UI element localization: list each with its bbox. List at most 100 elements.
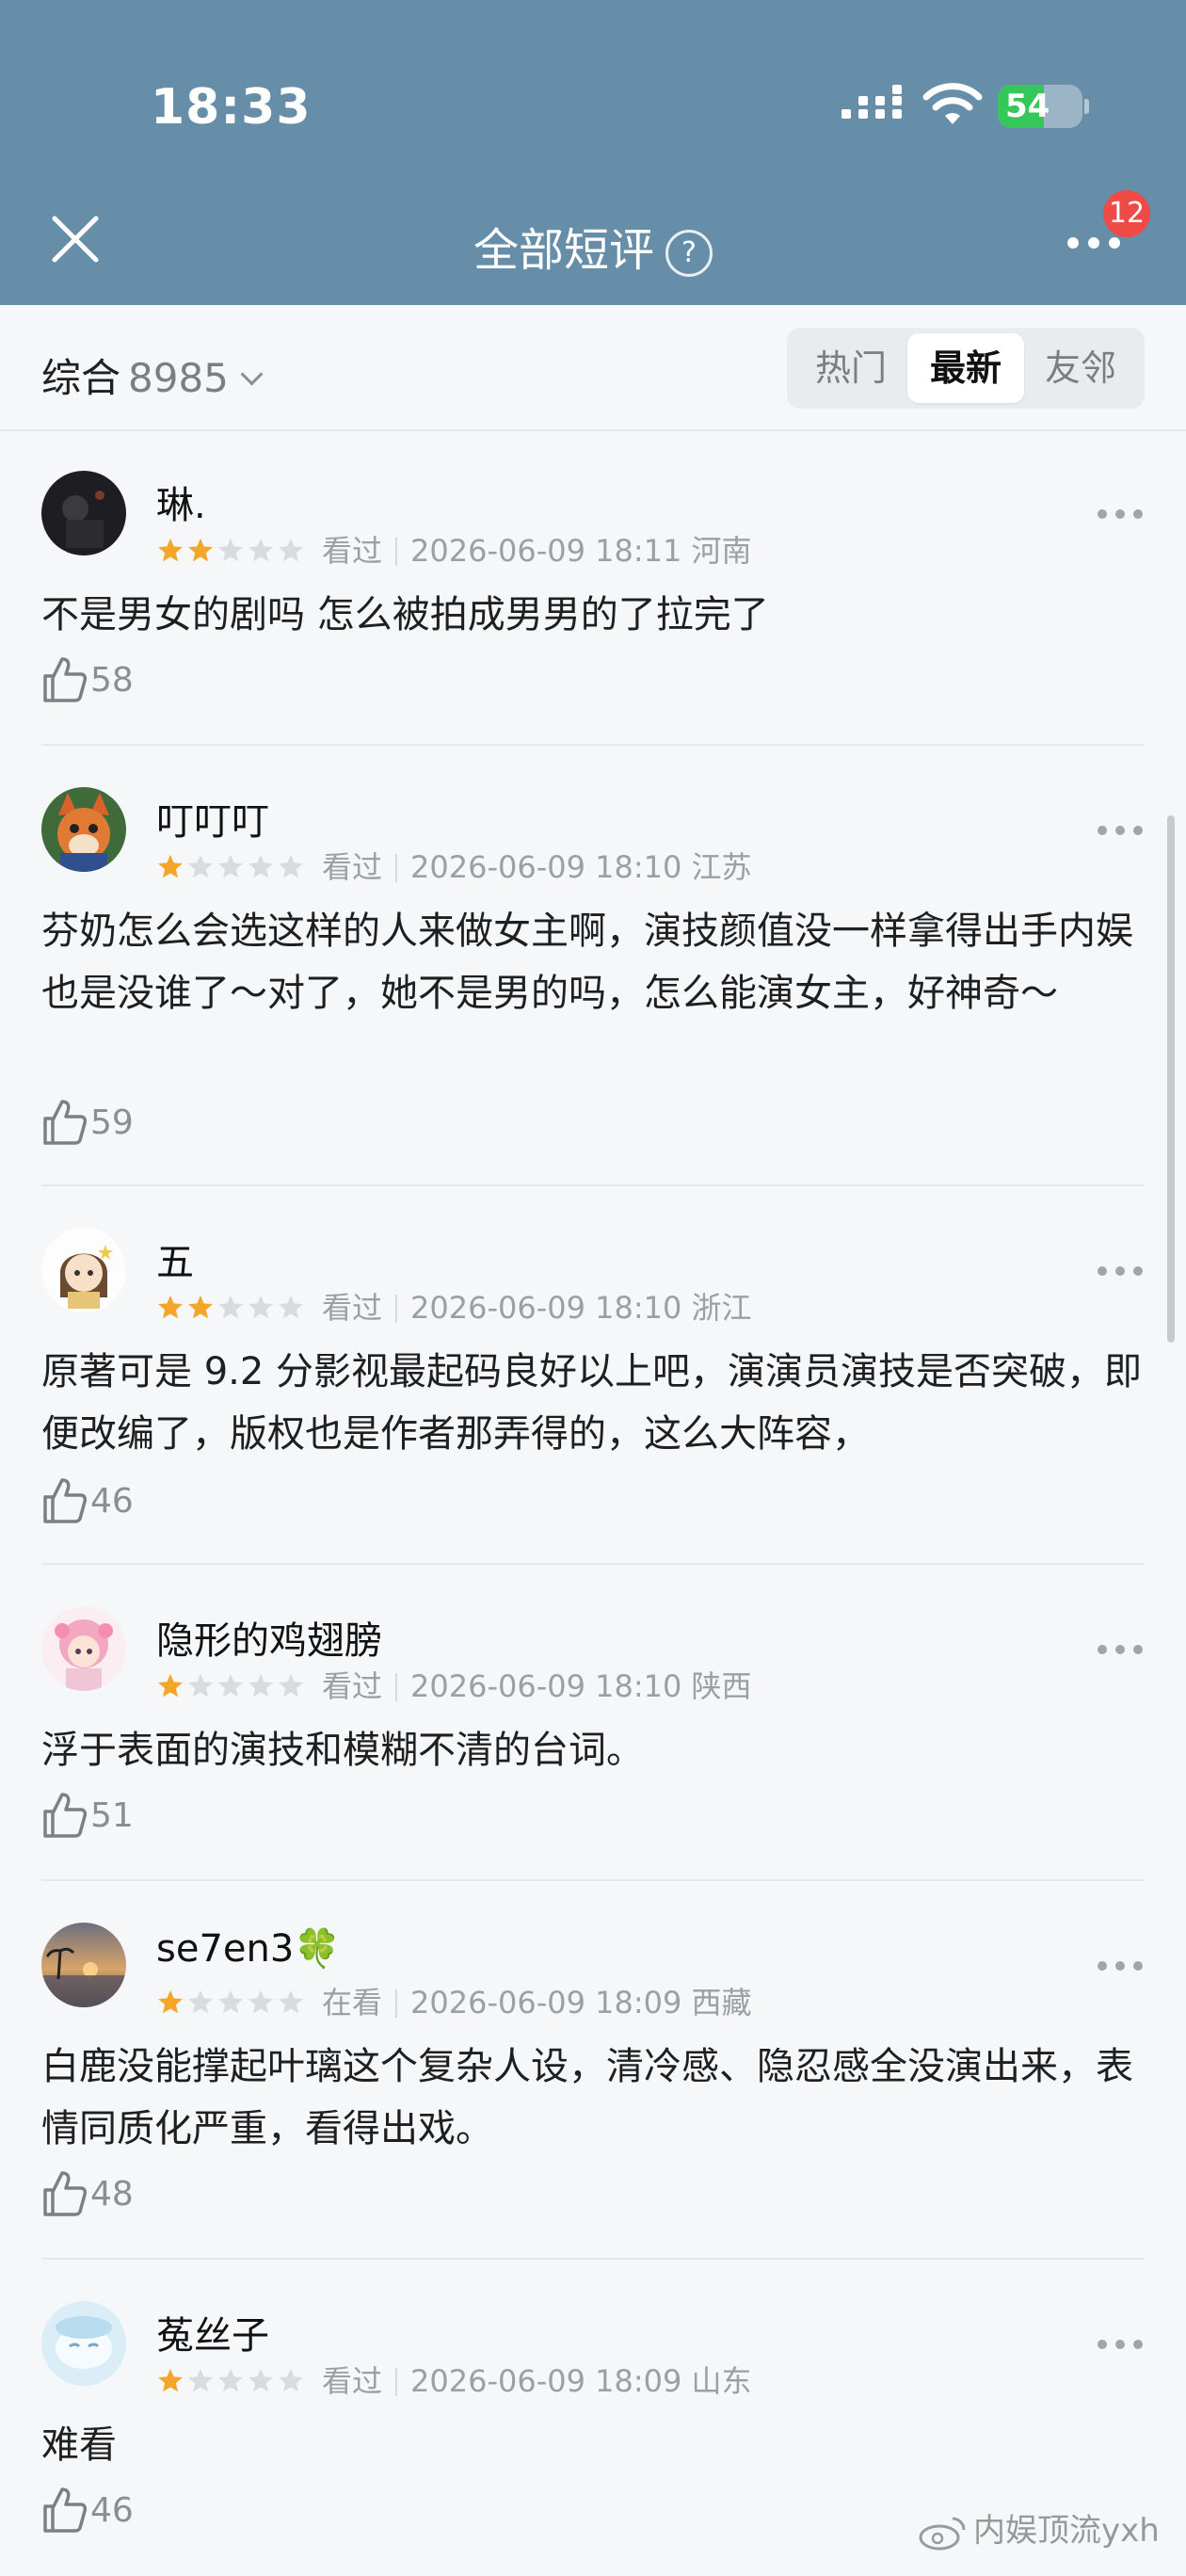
watermark: 内娱顶流yxh [919,2504,1160,2551]
review-datetime: 2026-06-09 18:10 [410,1668,682,1704]
notification-badge: 12 [1103,190,1150,237]
review-meta: 在看 2026-06-09 18:09 西藏 [156,1979,752,2024]
review-meta: 看过 2026-06-09 18:10 陕西 [156,1663,752,1708]
rating-stars [156,2367,307,2403]
like-count: 59 [90,1103,134,1142]
review-text: 难看 [41,2423,117,2467]
review-location: 浙江 [691,1290,752,1326]
review-datetime: 2026-06-09 18:09 [410,2363,682,2399]
star-empty-icon [188,2368,213,2392]
star-filled-icon [158,854,183,878]
like-button[interactable]: 48 [41,2169,134,2222]
star-filled-icon [188,1295,213,1319]
top-header: 18:33 54 全部短评? 12 [0,0,1186,305]
dark-night-avatar[interactable] [41,471,126,555]
review-datetime: 2026-06-09 18:09 [410,1985,682,2021]
star-empty-icon [188,854,213,878]
page-title-text: 全部短评 [473,224,654,277]
review-item: 琳. 看过 2026-06-09 18:11 河南 不是男女的剧吗 怎么被拍成男男… [0,429,1186,746]
review-text: 白鹿没能撑起叶璃这个复杂人设，清冷感、隐忍感全没演出来，表情同质化严重，看得出戏… [41,2045,1133,2150]
fox-cartoon-avatar[interactable] [41,787,126,872]
star-empty-icon [248,2368,273,2392]
rating-stars [156,1672,307,1708]
user-name[interactable]: 五 [156,1232,194,1286]
filter-bar: 综合 8985 热门 最新 友邻 [0,305,1186,431]
like-count: 51 [90,1795,134,1835]
like-button[interactable]: 51 [41,1791,134,1843]
star-empty-icon [218,1295,243,1319]
tab-friends[interactable]: 友邻 [1022,333,1139,403]
like-count: 46 [90,2490,134,2530]
like-button[interactable]: 59 [41,1098,134,1151]
star-filled-icon [158,538,183,562]
star-empty-icon [188,1989,213,2014]
help-icon[interactable]: ? [665,230,713,277]
like-button[interactable]: 58 [41,655,134,708]
like-count: 46 [90,1481,134,1521]
review-datetime: 2026-06-09 18:11 [410,533,682,569]
star-empty-icon [218,1673,243,1698]
star-empty-icon [248,538,273,562]
review-more-button[interactable] [1098,1956,1143,1975]
review-meta: 看过 2026-06-09 18:10 浙江 [156,1284,752,1329]
user-name[interactable]: se7en3🍀 [156,1926,341,1971]
star-empty-icon [279,1295,303,1319]
review-text: 浮于表面的演技和模糊不清的台词。 [41,1729,644,1772]
tab-hot[interactable]: 热门 [793,333,909,403]
star-empty-icon [218,854,243,878]
star-empty-icon [248,1673,273,1698]
star-empty-icon [188,1673,213,1698]
tab-latest[interactable]: 最新 [907,333,1024,403]
review-item: 叮叮叮 看过 2026-06-09 18:10 江苏 芬奶怎么会选这样的人来做女主… [0,746,1186,1186]
user-name[interactable]: 菟丝子 [156,2305,269,2359]
cellular-signal-icon [841,85,902,119]
thumbs-up-icon [43,1478,88,1523]
star-empty-icon [248,854,273,878]
star-filled-icon [158,1673,183,1698]
battery-indicator: 54 [998,85,1089,128]
star-filled-icon [158,1295,183,1319]
review-text: 芬奶怎么会选这样的人来做女主啊，演技颜值没一样拿得出手内娱也是没谁了～对了，她不… [41,910,1133,1015]
chibi-girl-avatar[interactable] [41,1228,126,1312]
rating-stars [156,1988,307,2024]
review-location: 山东 [691,2363,752,2399]
review-location: 西藏 [691,1985,752,2021]
star-filled-icon [158,2368,183,2392]
thumbs-up-icon [43,657,88,702]
watch-status: 看过 [322,1668,383,1704]
user-name[interactable]: 琳. [156,475,206,529]
watch-status: 看过 [322,849,383,885]
pink-anime-avatar[interactable] [41,1606,126,1691]
like-button[interactable]: 46 [41,1476,134,1529]
review-item: 隐形的鸡翅膀 看过 2026-06-09 18:10 陕西 浮于表面的演技和模糊不… [0,1565,1186,1881]
sleepy-anime-avatar[interactable] [41,2301,126,2386]
rating-stars [156,537,307,572]
review-more-button[interactable] [1098,1640,1143,1659]
battery-percent: 54 [1005,88,1050,125]
review-item: se7en3🍀 在看 2026-06-09 18:09 西藏 白鹿没能撑起叶璃这个… [0,1881,1186,2260]
star-empty-icon [218,538,243,562]
review-more-button[interactable] [1098,2335,1143,2354]
review-more-button[interactable] [1098,1262,1143,1280]
review-more-button[interactable] [1098,821,1143,840]
user-name[interactable]: 叮叮叮 [156,791,269,845]
review-meta: 看过 2026-06-09 18:11 河南 [156,527,752,572]
star-empty-icon [279,1673,303,1698]
review-more-button[interactable] [1098,505,1143,523]
watch-status: 看过 [322,533,383,569]
thumbs-up-icon [43,1100,88,1145]
like-count: 48 [90,2174,134,2214]
user-name[interactable]: 隐形的鸡翅膀 [156,1610,382,1665]
sort-dropdown[interactable]: 综合 8985 [41,346,264,404]
sunset-beach-avatar[interactable] [41,1923,126,2007]
star-filled-icon [188,538,213,562]
review-meta: 看过 2026-06-09 18:09 山东 [156,2358,752,2403]
star-empty-icon [248,1989,273,2014]
chevron-down-icon [240,362,264,386]
thumbs-up-icon [43,2487,88,2533]
review-location: 江苏 [691,849,752,885]
like-button[interactable]: 46 [41,2486,134,2538]
wifi-icon [922,83,983,124]
star-empty-icon [279,1989,303,2014]
star-empty-icon [218,2368,243,2392]
